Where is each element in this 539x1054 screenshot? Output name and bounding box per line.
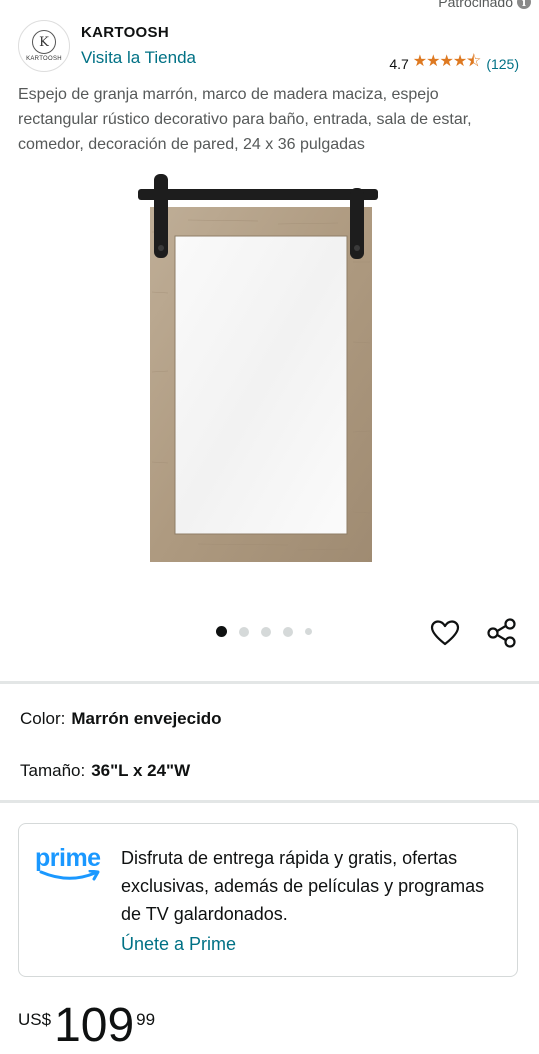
size-variation[interactable]: Tamaño: 36"L x 24"W: [20, 761, 190, 781]
price-whole: 109: [54, 999, 135, 1052]
star-rating-icon: ★★★★⯪: [412, 53, 482, 70]
carousel-dot[interactable]: [261, 626, 271, 637]
product-title: Espejo de granja marrón, marco de madera…: [18, 86, 472, 153]
review-count-link[interactable]: (125): [486, 56, 519, 72]
brand-row: K KARTOOSH KARTOOSH Visita la Tienda 4.7…: [18, 20, 519, 72]
brand-logo-mark: K: [32, 30, 56, 54]
heart-icon[interactable]: [430, 618, 460, 648]
price: US$ 109 99: [18, 998, 155, 1054]
carousel-dot[interactable]: [239, 626, 249, 637]
info-icon[interactable]: i: [517, 0, 531, 9]
size-label: Tamaño:: [20, 761, 86, 780]
image-carousel-dots[interactable]: [216, 626, 312, 637]
color-variation[interactable]: Color: Marrón envejecido: [20, 709, 222, 729]
sponsored-text: Patrocinado: [438, 0, 513, 10]
visit-store-link[interactable]: Visita la Tienda: [81, 48, 196, 68]
carousel-dot[interactable]: [305, 628, 312, 635]
join-prime-link[interactable]: Únete a Prime: [121, 934, 236, 955]
section-divider: [0, 681, 539, 684]
sponsored-label[interactable]: Patrocinado i: [438, 0, 531, 10]
carousel-dot[interactable]: [283, 626, 293, 637]
brand-name: KARTOOSH: [81, 24, 169, 41]
product-image[interactable]: [138, 172, 378, 567]
rating-value: 4.7: [389, 55, 409, 72]
brand-logo[interactable]: K KARTOOSH: [18, 20, 70, 72]
prime-description: Disfruta de entrega rápida y gratis, ofe…: [121, 848, 485, 924]
carousel-dot[interactable]: [216, 626, 227, 637]
prime-logo: prime: [35, 844, 109, 888]
color-label: Color:: [20, 709, 66, 728]
price-currency: US$: [18, 1010, 52, 1029]
prime-smile-icon: [39, 870, 100, 881]
prime-promo-card[interactable]: prime Disfruta de entrega rápida y grati…: [18, 823, 518, 977]
brand-logo-text: KARTOOSH: [26, 56, 62, 62]
color-value: Marrón envejecido: [71, 709, 222, 728]
rating-summary[interactable]: 4.7 ★★★★⯪ (125): [389, 50, 519, 77]
price-fraction: 99: [136, 1010, 156, 1029]
prime-logo-text: prime: [35, 844, 101, 872]
size-value: 36"L x 24"W: [91, 761, 191, 780]
section-divider: [0, 800, 539, 803]
share-icon[interactable]: [486, 617, 518, 649]
